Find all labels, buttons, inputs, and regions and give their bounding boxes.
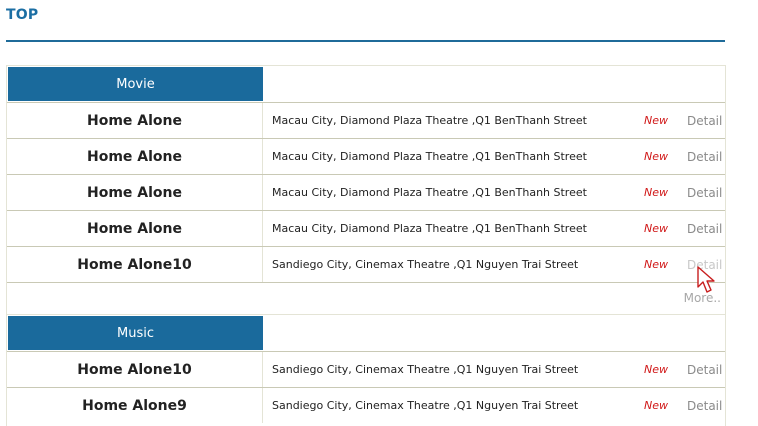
item-address: Macau City, Diamond Plaza Theatre ,Q1 Be…	[272, 186, 587, 199]
list-item: Home Alone Macau City, Diamond Plaza The…	[7, 174, 725, 210]
new-badge: New	[644, 399, 668, 412]
section-header-movie: Movie	[7, 66, 725, 102]
more-row: More..	[7, 283, 725, 314]
item-title[interactable]: Home Alone	[7, 103, 263, 138]
list-item: Home Alone10 Sandiego City, Cinemax Thea…	[7, 246, 725, 283]
title-divider	[6, 40, 725, 42]
page-title: TOP	[6, 7, 39, 23]
new-badge: New	[644, 258, 668, 271]
section-header-music: Music	[7, 314, 725, 351]
item-title[interactable]: Home Alone10	[7, 352, 263, 387]
detail-link[interactable]: Detail	[687, 388, 722, 423]
new-badge: New	[644, 363, 668, 376]
list-item: Home Alone10 Sandiego City, Cinemax Thea…	[7, 351, 725, 387]
item-address: Macau City, Diamond Plaza Theatre ,Q1 Be…	[272, 222, 587, 235]
item-title[interactable]: Home Alone	[7, 139, 263, 174]
detail-link[interactable]: Detail	[687, 103, 722, 138]
mouse-pointer-icon	[697, 266, 715, 293]
item-address: Sandiego City, Cinemax Theatre ,Q1 Nguye…	[272, 258, 579, 271]
new-badge: New	[644, 114, 668, 127]
listing-panel: Movie Home Alone Macau City, Diamond Pla…	[6, 65, 726, 426]
new-badge: New	[644, 150, 668, 163]
detail-link[interactable]: Detail	[687, 139, 722, 174]
tab-music[interactable]: Music	[8, 316, 263, 350]
new-badge: New	[644, 222, 668, 235]
detail-link[interactable]: Detail	[687, 211, 722, 246]
list-item: Home Alone9 Sandiego City, Cinemax Theat…	[7, 387, 725, 423]
detail-link[interactable]: Detail	[687, 175, 722, 210]
new-badge: New	[644, 186, 668, 199]
item-address: Macau City, Diamond Plaza Theatre ,Q1 Be…	[272, 150, 587, 163]
list-item: Home Alone Macau City, Diamond Plaza The…	[7, 210, 725, 246]
list-item: Home Alone Macau City, Diamond Plaza The…	[7, 102, 725, 138]
item-title[interactable]: Home Alone9	[7, 388, 263, 423]
tab-movie[interactable]: Movie	[8, 67, 263, 101]
item-address: Macau City, Diamond Plaza Theatre ,Q1 Be…	[272, 114, 587, 127]
item-title[interactable]: Home Alone	[7, 175, 263, 210]
item-title[interactable]: Home Alone	[7, 211, 263, 246]
item-title[interactable]: Home Alone10	[7, 247, 263, 282]
detail-link[interactable]: Detail	[687, 352, 722, 387]
item-address: Sandiego City, Cinemax Theatre ,Q1 Nguye…	[272, 399, 579, 412]
item-address: Sandiego City, Cinemax Theatre ,Q1 Nguye…	[272, 363, 579, 376]
list-item: Home Alone Macau City, Diamond Plaza The…	[7, 138, 725, 174]
